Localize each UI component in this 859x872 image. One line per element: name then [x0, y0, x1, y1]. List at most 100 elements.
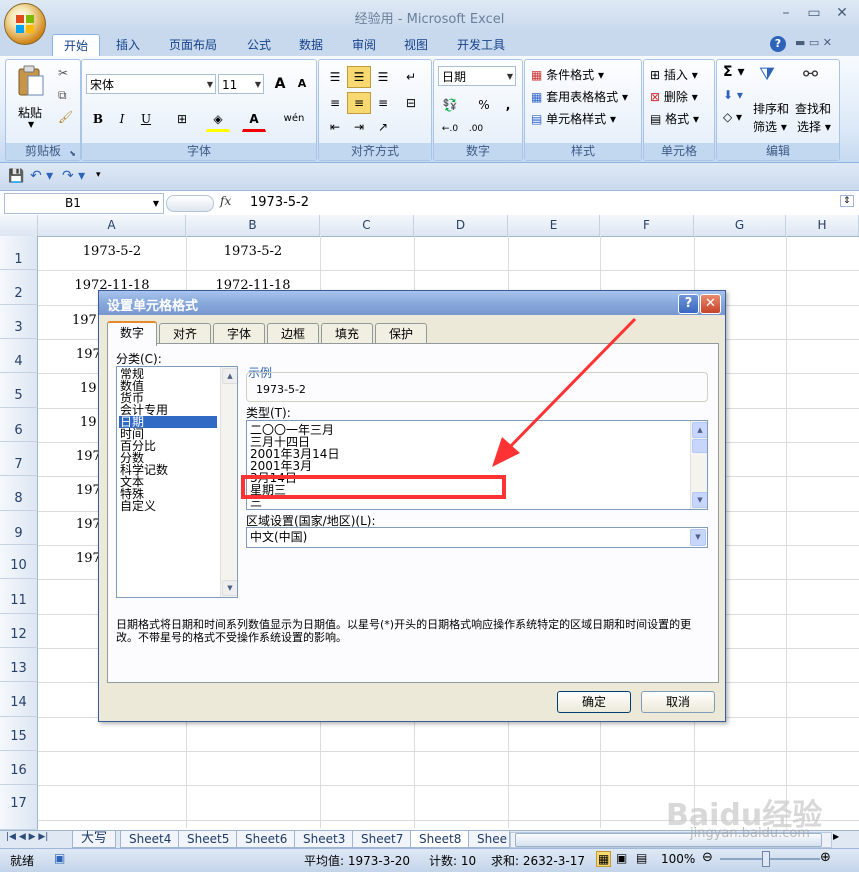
row-header-6[interactable]: 6	[0, 408, 38, 442]
page-layout-view-icon[interactable]: ▣	[616, 851, 627, 865]
tab-review[interactable]: 审阅	[341, 34, 387, 56]
close-window-button[interactable]: ✕	[830, 4, 854, 24]
tab-data[interactable]: 数据	[288, 34, 334, 56]
sort-filter-label-2[interactable]: 筛选 ▾	[753, 118, 787, 135]
sheet-tab-daxie[interactable]: 大写	[72, 831, 117, 848]
number-format-combo[interactable]: 日期 ▼	[438, 66, 516, 86]
column-header-e[interactable]: E	[508, 215, 600, 236]
zoom-level[interactable]: 100%	[661, 852, 695, 866]
phonetic-button[interactable]: wén	[278, 108, 310, 130]
cell-a1[interactable]: 1973-5-2	[38, 244, 186, 259]
sheet-tab-sheet8[interactable]: Sheet8	[410, 831, 471, 848]
copy-icon[interactable]: ⧉	[58, 88, 67, 103]
undo-icon[interactable]: ↶ ▾	[30, 168, 53, 184]
insert-cells-button[interactable]: ⊞ 插入 ▾	[650, 66, 698, 83]
sheet-tab-sheet6[interactable]: Sheet6	[236, 831, 297, 848]
comma-button[interactable]: ,	[496, 94, 520, 116]
name-box[interactable]: B1 ▼	[4, 193, 164, 214]
row-header-12[interactable]: 12	[0, 614, 38, 648]
increase-indent-icon[interactable]: ⇥	[347, 116, 371, 138]
row-header-9[interactable]: 9	[0, 511, 38, 545]
cell-b1[interactable]: 1973-5-2	[186, 244, 320, 259]
align-middle-icon[interactable]: ☰	[347, 66, 371, 88]
scroll-up-icon[interactable]: ▲	[692, 422, 707, 438]
column-header-g[interactable]: G	[694, 215, 786, 236]
percent-button[interactable]: %	[472, 94, 496, 116]
sheet-tab-partial[interactable]: Shee	[468, 831, 510, 848]
row-header-15[interactable]: 15	[0, 717, 38, 751]
paste-label[interactable]: 粘贴	[18, 104, 42, 121]
row-header-14[interactable]: 14	[0, 682, 38, 717]
autosum-button[interactable]: Σ ▾	[723, 64, 744, 80]
underline-button[interactable]: U	[134, 108, 158, 130]
save-icon[interactable]: 💾	[8, 169, 24, 184]
dialog-tab-alignment[interactable]: 对齐	[159, 323, 211, 344]
dialog-tab-protection[interactable]: 保护	[375, 323, 427, 344]
type-scrollbar[interactable]: ▲ ▼	[690, 421, 707, 509]
office-button[interactable]	[4, 3, 46, 45]
customize-qat-icon[interactable]: ▾	[96, 170, 101, 180]
paste-arrow-icon[interactable]: ▼	[28, 120, 34, 129]
dialog-help-button[interactable]: ?	[678, 294, 699, 314]
find-select-label-2[interactable]: 选择 ▾	[797, 118, 831, 135]
macro-record-icon[interactable]: ▣	[54, 851, 65, 865]
format-painter-icon[interactable]: 🖌	[58, 110, 73, 124]
tab-view[interactable]: 视图	[393, 34, 439, 56]
insert-function-icon[interactable]: fx	[220, 194, 231, 208]
first-sheet-icon[interactable]: |◀ ◀ ▶ ▶|	[6, 832, 48, 842]
minimize-button[interactable]: –	[774, 4, 798, 24]
row-header-3[interactable]: 3	[0, 305, 38, 339]
ok-button[interactable]: 确定	[557, 691, 631, 713]
expand-formula-icon[interactable]: ⇕	[840, 195, 854, 207]
row-header-11[interactable]: 11	[0, 579, 38, 614]
column-header-h[interactable]: H	[786, 215, 859, 236]
column-header-c[interactable]: C	[320, 215, 414, 236]
column-header-b[interactable]: B	[186, 215, 320, 236]
row-header-7[interactable]: 7	[0, 442, 38, 476]
fill-color-icon[interactable]: ◈	[206, 108, 230, 132]
category-list[interactable]: 常规 数值 货币 会计专用 日期 时间 百分比 分数 科学记数 文本 特殊 自定…	[116, 366, 238, 598]
column-header-f[interactable]: F	[600, 215, 694, 236]
row-header-1[interactable]: 1	[0, 236, 38, 270]
scroll-down-icon[interactable]: ▼	[692, 492, 707, 508]
help-icon[interactable]: ?	[770, 36, 786, 52]
category-scrollbar[interactable]: ▲ ▼	[220, 367, 237, 597]
align-right-icon[interactable]: ≡	[371, 92, 395, 114]
chevron-down-icon[interactable]: ▼	[690, 529, 706, 546]
fill-icon[interactable]: ⬇ ▾	[723, 88, 743, 102]
paste-icon[interactable]	[16, 64, 46, 98]
cancel-button[interactable]: 取消	[641, 691, 715, 713]
delete-cells-button[interactable]: ⊠ 删除 ▾	[650, 88, 698, 105]
align-left-icon[interactable]: ≡	[323, 92, 347, 114]
decrease-decimal-button[interactable]: .00	[464, 118, 488, 140]
row-header-8[interactable]: 8	[0, 476, 38, 511]
column-header-d[interactable]: D	[414, 215, 508, 236]
scroll-thumb[interactable]	[692, 439, 707, 453]
binoculars-icon[interactable]: ⚯	[803, 64, 818, 85]
chevron-down-icon[interactable]: ▼	[153, 194, 159, 213]
select-all-corner[interactable]	[0, 215, 38, 236]
tab-developer[interactable]: 开发工具	[446, 34, 516, 56]
grow-font-button[interactable]: A	[268, 73, 292, 95]
zoom-out-icon[interactable]: ⊖	[702, 850, 713, 865]
bold-button[interactable]: B	[86, 108, 110, 130]
scroll-right-icon[interactable]: ▶	[833, 832, 839, 841]
tab-page-layout[interactable]: 页面布局	[158, 34, 228, 56]
dialog-close-button[interactable]: ✕	[700, 294, 721, 314]
scroll-down-icon[interactable]: ▼	[222, 580, 237, 596]
tab-formulas[interactable]: 公式	[236, 34, 282, 56]
sort-filter-label[interactable]: 排序和	[753, 100, 789, 117]
zoom-slider[interactable]	[720, 858, 820, 860]
page-break-view-icon[interactable]: ▤	[636, 851, 647, 865]
font-color-button[interactable]: A	[242, 108, 266, 132]
formula-expand-handle[interactable]	[166, 195, 214, 212]
font-size-combo[interactable]: 11 ▼	[218, 74, 264, 94]
sheet-tab-sheet4[interactable]: Sheet4	[120, 831, 181, 848]
align-top-icon[interactable]: ☰	[323, 66, 347, 88]
clear-icon[interactable]: ◇ ▾	[723, 110, 742, 124]
increase-decimal-button[interactable]: ←.0	[438, 118, 462, 140]
align-bottom-icon[interactable]: ☰	[371, 66, 395, 88]
tab-home[interactable]: 开始	[52, 34, 101, 57]
italic-button[interactable]: I	[110, 108, 134, 130]
redo-icon[interactable]: ↷ ▾	[62, 168, 85, 184]
